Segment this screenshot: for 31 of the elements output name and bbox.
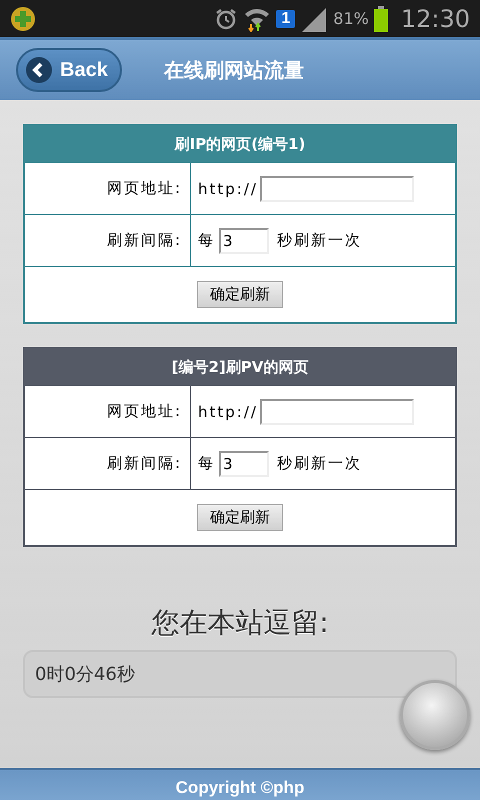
field-label: 刷新间隔:	[106, 231, 182, 250]
interval-prefix: 每	[198, 454, 215, 473]
clock-time: 12:30	[400, 4, 470, 32]
field-label: 刷新间隔:	[106, 454, 182, 473]
page-title: 在线刷网站流量	[164, 56, 304, 84]
url-prefix: http://	[198, 180, 258, 198]
interval-suffix: 秒刷新一次	[277, 231, 362, 250]
battery-percent: 81%	[333, 9, 369, 28]
stay-title: 您在本站逗留:	[150, 605, 330, 641]
submit-button[interactable]: 确定刷新	[197, 281, 283, 308]
field-label: 网页地址:	[106, 179, 182, 198]
interval-prefix: 每	[198, 231, 215, 250]
submit-button[interactable]: 确定刷新	[197, 504, 283, 531]
back-button[interactable]: Back	[16, 48, 122, 92]
battery-icon	[374, 6, 388, 32]
signal-icon	[300, 6, 328, 32]
url-input[interactable]	[260, 398, 414, 424]
floating-button[interactable]	[400, 680, 470, 750]
url-input[interactable]	[260, 176, 414, 202]
app-icon	[10, 6, 36, 32]
url-prefix: http://	[198, 402, 258, 420]
field-label: 网页地址:	[106, 402, 182, 421]
form-title: [编号2]刷PV的网页	[25, 349, 455, 386]
interval-input[interactable]: 3	[219, 450, 269, 476]
form-title: 刷IP的网页(编号1)	[25, 126, 455, 163]
copyright-text: Copyright ©php	[176, 778, 304, 798]
interval-input[interactable]: 3	[219, 228, 269, 254]
alarm-icon	[214, 6, 238, 30]
stay-time-display: 0时0分46秒	[23, 650, 457, 698]
sim-badge: 1	[276, 10, 296, 28]
interval-suffix: 秒刷新一次	[277, 454, 362, 473]
